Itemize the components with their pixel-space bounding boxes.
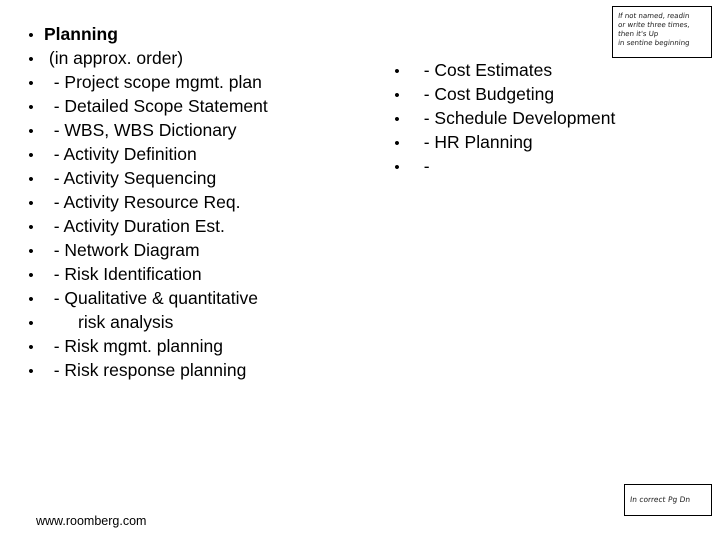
list-item-label: -	[414, 156, 430, 176]
list-item-label: - Network Diagram	[44, 240, 200, 260]
list-item: • - Detailed Scope Statement	[18, 94, 368, 118]
bullet-point-icon: •	[28, 171, 34, 188]
list-item-label: - Risk mgmt. planning	[44, 336, 223, 356]
list-item: • - Project scope mgmt. plan	[18, 70, 368, 94]
list-item-label: - Activity Resource Req.	[44, 192, 241, 212]
bullet-point-icon: •	[394, 111, 400, 128]
list-item: • - Cost Estimates	[380, 58, 680, 82]
bullet-point-icon: •	[28, 195, 34, 212]
list-item: • - Activity Resource Req.	[18, 190, 368, 214]
bullet-point-icon: •	[28, 123, 34, 140]
bullet-point-icon: •	[28, 363, 34, 380]
slide-canvas: • Planning • (in approx. order) • - Proj…	[0, 0, 720, 540]
bullet-point-icon: •	[28, 75, 34, 92]
list-item: • - Activity Definition	[18, 142, 368, 166]
footer-url: www.roomberg.com	[36, 514, 147, 528]
bullet-point-icon: •	[28, 147, 34, 164]
list-item-label: - WBS, WBS Dictionary	[44, 120, 237, 140]
list-item-label: - Schedule Development	[414, 108, 616, 128]
list-item: • - Cost Budgeting	[380, 82, 680, 106]
bullet-point-icon: •	[28, 51, 34, 68]
bullet-point-icon: •	[28, 291, 34, 308]
list-item: • - Schedule Development	[380, 106, 680, 130]
bullet-point-icon: •	[28, 315, 34, 332]
list-item-label: - Activity Definition	[44, 144, 197, 164]
note-line: in sentine beginning	[617, 39, 690, 47]
handwritten-note-top: If not named, readin or write three time…	[612, 6, 712, 58]
note-line: then it's Up	[617, 30, 659, 38]
bullet-point-icon: •	[394, 135, 400, 152]
planning-bullet-list-continued: • - Cost Estimates • - Cost Budgeting • …	[380, 58, 680, 178]
bullet-point-icon: •	[28, 99, 34, 116]
list-item-label: (in approx. order)	[44, 48, 184, 68]
bullet-point-icon: •	[28, 339, 34, 356]
bullet-point-icon: •	[28, 243, 34, 260]
list-item: • - Risk mgmt. planning	[18, 334, 368, 358]
list-item: • - Qualitative & quantitative	[18, 286, 368, 310]
list-item: • Planning	[18, 22, 368, 46]
list-item-label: Planning	[44, 24, 118, 44]
list-item-label: - Activity Duration Est.	[44, 216, 225, 236]
list-item: • -	[380, 154, 680, 178]
list-item-label: - Cost Budgeting	[414, 84, 555, 104]
planning-bullet-list: • Planning • (in approx. order) • - Proj…	[18, 22, 368, 382]
bullet-point-icon: •	[28, 27, 34, 44]
note-line: If not named, readin	[617, 12, 690, 20]
list-item-label: - Risk response planning	[44, 360, 247, 380]
list-item: • - Network Diagram	[18, 238, 368, 262]
list-item: • - Risk response planning	[18, 358, 368, 382]
list-item-label: - Qualitative & quantitative	[44, 288, 258, 308]
note-line: In correct Pg Dn	[629, 495, 691, 504]
list-item: • - Risk Identification	[18, 262, 368, 286]
bullet-point-icon: •	[28, 267, 34, 284]
bullet-point-icon: •	[394, 63, 400, 80]
list-item: • risk analysis	[18, 310, 368, 334]
list-item-label: risk analysis	[44, 312, 174, 332]
list-item-label: - Project scope mgmt. plan	[44, 72, 262, 92]
list-item: • - Activity Duration Est.	[18, 214, 368, 238]
bullet-point-icon: •	[394, 159, 400, 176]
bullet-point-icon: •	[28, 219, 34, 236]
list-item: • - HR Planning	[380, 130, 680, 154]
list-item: • (in approx. order)	[18, 46, 368, 70]
list-item-label: - Activity Sequencing	[44, 168, 217, 188]
list-item-label: - Cost Estimates	[414, 60, 553, 80]
list-item: • - WBS, WBS Dictionary	[18, 118, 368, 142]
list-item: • - Activity Sequencing	[18, 166, 368, 190]
list-item-label: - HR Planning	[414, 132, 533, 152]
bullet-point-icon: •	[394, 87, 400, 104]
handwritten-note-bottom: In correct Pg Dn	[624, 484, 712, 516]
note-bottom-lines: In correct Pg Dn	[625, 485, 711, 504]
list-item-label: - Detailed Scope Statement	[44, 96, 268, 116]
note-top-lines: If not named, readin or write three time…	[613, 7, 711, 48]
note-line: or write three times,	[617, 21, 691, 29]
list-item-label: - Risk Identification	[44, 264, 202, 284]
